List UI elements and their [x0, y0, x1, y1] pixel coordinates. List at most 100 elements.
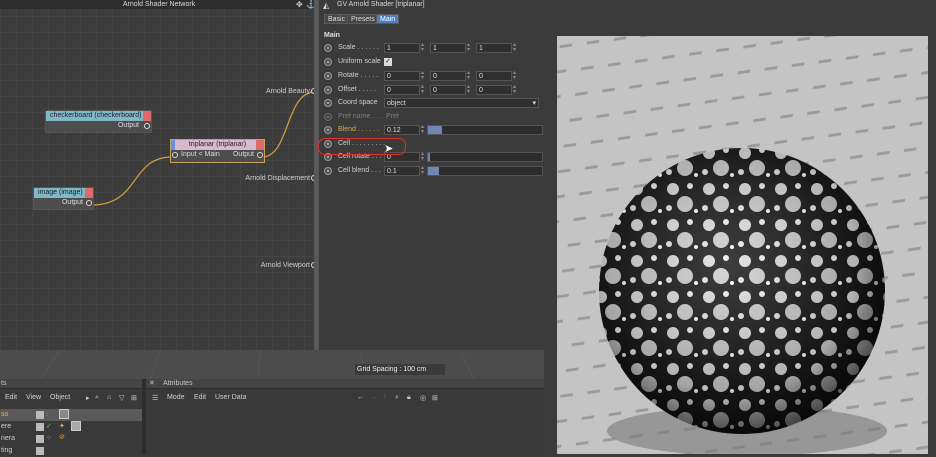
lock-icon[interactable]: 🔒︎ — [407, 394, 411, 402]
param-offset: Offset . . . . . 0 ▴ ▾ 0 ▴ ▾ 0 ▴ ▾ — [319, 84, 545, 97]
scale-z-field[interactable]: 1 — [476, 43, 512, 53]
pref-name-field[interactable]: Pref — [386, 113, 399, 120]
viewport-floor-pattern — [0, 350, 544, 380]
filter-icon[interactable]: ▽ — [119, 394, 124, 402]
visibility-icon[interactable] — [36, 411, 44, 419]
menu-mode[interactable]: Mode — [167, 394, 185, 401]
menu-user-data[interactable]: User Data — [215, 394, 247, 401]
animate-radio[interactable] — [324, 99, 332, 107]
blend-field[interactable]: 0.12 — [384, 125, 420, 135]
list-item[interactable]: nera ⁘ ⊘ — [0, 433, 142, 445]
checkerboard-output-port[interactable] — [144, 123, 150, 129]
cell-rotate-slider-fill — [428, 153, 431, 161]
scale-x-spinner[interactable]: ▴ ▾ — [421, 42, 426, 53]
offset-y-spinner[interactable]: ▴ ▾ — [467, 84, 472, 95]
visibility-icon[interactable] — [36, 423, 44, 431]
search-icon[interactable]: ⌕ — [95, 394, 99, 402]
animate-radio[interactable] — [324, 113, 332, 121]
rotate-y-spinner[interactable]: ▴ ▾ — [467, 70, 472, 81]
animate-radio[interactable] — [324, 126, 332, 134]
coord-space-dropdown[interactable]: object ▾ — [384, 98, 539, 108]
section-heading: Main — [324, 32, 340, 39]
list-item[interactable]: ting — [0, 445, 142, 457]
menu-attr-edit[interactable]: Edit — [194, 394, 206, 401]
manager-divider[interactable] — [142, 379, 146, 454]
material-tag-icon[interactable] — [71, 421, 81, 431]
list-item[interactable]: ere ✓ ✦ — [0, 421, 142, 433]
cell-rotate-slider[interactable] — [427, 152, 543, 162]
target-icon[interactable]: ◎ — [420, 394, 426, 402]
cell-blend-field[interactable]: 0.1 — [384, 166, 420, 176]
menu-view[interactable]: View — [26, 394, 41, 401]
cell-rotate-spinner[interactable]: ▴ ▾ — [421, 151, 426, 162]
up-arrow-icon[interactable]: ↑ — [383, 394, 387, 401]
arrow-right-icon[interactable]: ▸ — [86, 394, 90, 402]
back-arrow-icon[interactable]: ← — [357, 394, 364, 401]
triplanar-input-port[interactable] — [172, 152, 178, 158]
cell-blend-spinner[interactable]: ▴ ▾ — [421, 165, 426, 176]
offset-z-field[interactable]: 0 — [476, 85, 512, 95]
param-coord-space: Coord space object ▾ — [319, 97, 545, 110]
image-output-port[interactable] — [86, 200, 92, 206]
rotate-x-spinner[interactable]: ▴ ▾ — [421, 70, 426, 81]
rotate-z-spinner[interactable]: ▴ ▾ — [513, 70, 518, 81]
forward-arrow-icon[interactable]: → — [370, 394, 377, 401]
attributes-manager-header: ✕ Attributes — [146, 379, 544, 389]
expand-icon[interactable]: ⊞ — [131, 394, 137, 402]
visibility-icon[interactable] — [36, 435, 44, 443]
node-color-swatch — [85, 188, 93, 198]
checkmark-icon[interactable]: ✓ — [46, 422, 52, 430]
triplanar-node[interactable]: triplanar (triplanar) Input < Main Outpu… — [170, 139, 265, 163]
rotate-z-field[interactable]: 0 — [476, 71, 512, 81]
blend-spinner[interactable]: ▴ ▾ — [421, 124, 426, 135]
cell-blend-slider[interactable] — [427, 166, 543, 176]
render-view — [557, 36, 928, 454]
close-icon[interactable]: ✕ — [149, 379, 155, 387]
expand-icon[interactable]: ⊞ — [432, 394, 438, 402]
animate-radio[interactable] — [324, 86, 332, 94]
uniform-scale-checkbox[interactable]: ✓ — [384, 58, 392, 66]
menu-object[interactable]: Object — [50, 394, 70, 401]
home-icon[interactable]: ⌂ — [107, 394, 111, 401]
animate-radio[interactable] — [324, 167, 332, 175]
node-editor[interactable]: checkerboard (checkerboard) Output tripl… — [0, 0, 318, 350]
list-item[interactable]: so ⁝ — [0, 409, 142, 421]
animate-radio[interactable] — [324, 44, 332, 52]
camera-target-icon[interactable]: ⁘ — [46, 434, 52, 442]
move-icon[interactable]: ✥ — [296, 0, 303, 9]
image-output-label: Output — [61, 199, 83, 206]
param-cell-blend: Cell blend . . . 0.1 ▴ ▾ — [319, 165, 545, 178]
offset-x-spinner[interactable]: ▴ ▾ — [421, 84, 426, 95]
scale-y-field[interactable]: 1 — [430, 43, 466, 53]
rotate-y-field[interactable]: 0 — [430, 71, 466, 81]
material-tag-icon[interactable] — [59, 409, 69, 419]
search-icon[interactable]: ⌕ — [395, 394, 399, 402]
editor-viewport[interactable] — [0, 350, 544, 380]
triplanar-output-label: Output — [232, 151, 254, 158]
tab-presets[interactable]: Presets — [347, 14, 379, 24]
checkerboard-node[interactable]: checkerboard (checkerboard) Output — [45, 110, 152, 133]
scale-x-field[interactable]: 1 — [384, 43, 420, 53]
wire-image-to-triplanar — [91, 156, 173, 206]
rotate-x-field[interactable]: 0 — [384, 71, 420, 81]
checkerboard-output-label: Output — [117, 122, 139, 129]
tab-basic[interactable]: Basic — [324, 14, 350, 24]
render-toggle-icon[interactable]: ⁝ — [46, 410, 48, 418]
offset-z-spinner[interactable]: ▴ ▾ — [513, 84, 518, 95]
scale-z-spinner[interactable]: ▴ ▾ — [513, 42, 518, 53]
offset-x-field[interactable]: 0 — [384, 85, 420, 95]
node-color-swatch — [171, 140, 175, 150]
no-entry-icon[interactable]: ⊘ — [59, 433, 65, 441]
triplanar-output-port[interactable] — [257, 152, 263, 158]
blend-slider[interactable] — [427, 125, 543, 135]
offset-y-field[interactable]: 0 — [430, 85, 466, 95]
tab-main[interactable]: Main — [376, 14, 400, 24]
tag-icon[interactable]: ✦ — [59, 422, 65, 430]
animate-radio[interactable] — [324, 72, 332, 80]
hamburger-menu-icon[interactable]: ☰ — [152, 394, 158, 402]
image-node[interactable]: image (image) Output — [33, 187, 94, 210]
menu-edit[interactable]: Edit — [5, 394, 17, 401]
checkerboard-node-title: checkerboard (checkerboard) — [50, 112, 142, 119]
animate-radio[interactable] — [324, 58, 332, 66]
scale-y-spinner[interactable]: ▴ ▾ — [467, 42, 472, 53]
